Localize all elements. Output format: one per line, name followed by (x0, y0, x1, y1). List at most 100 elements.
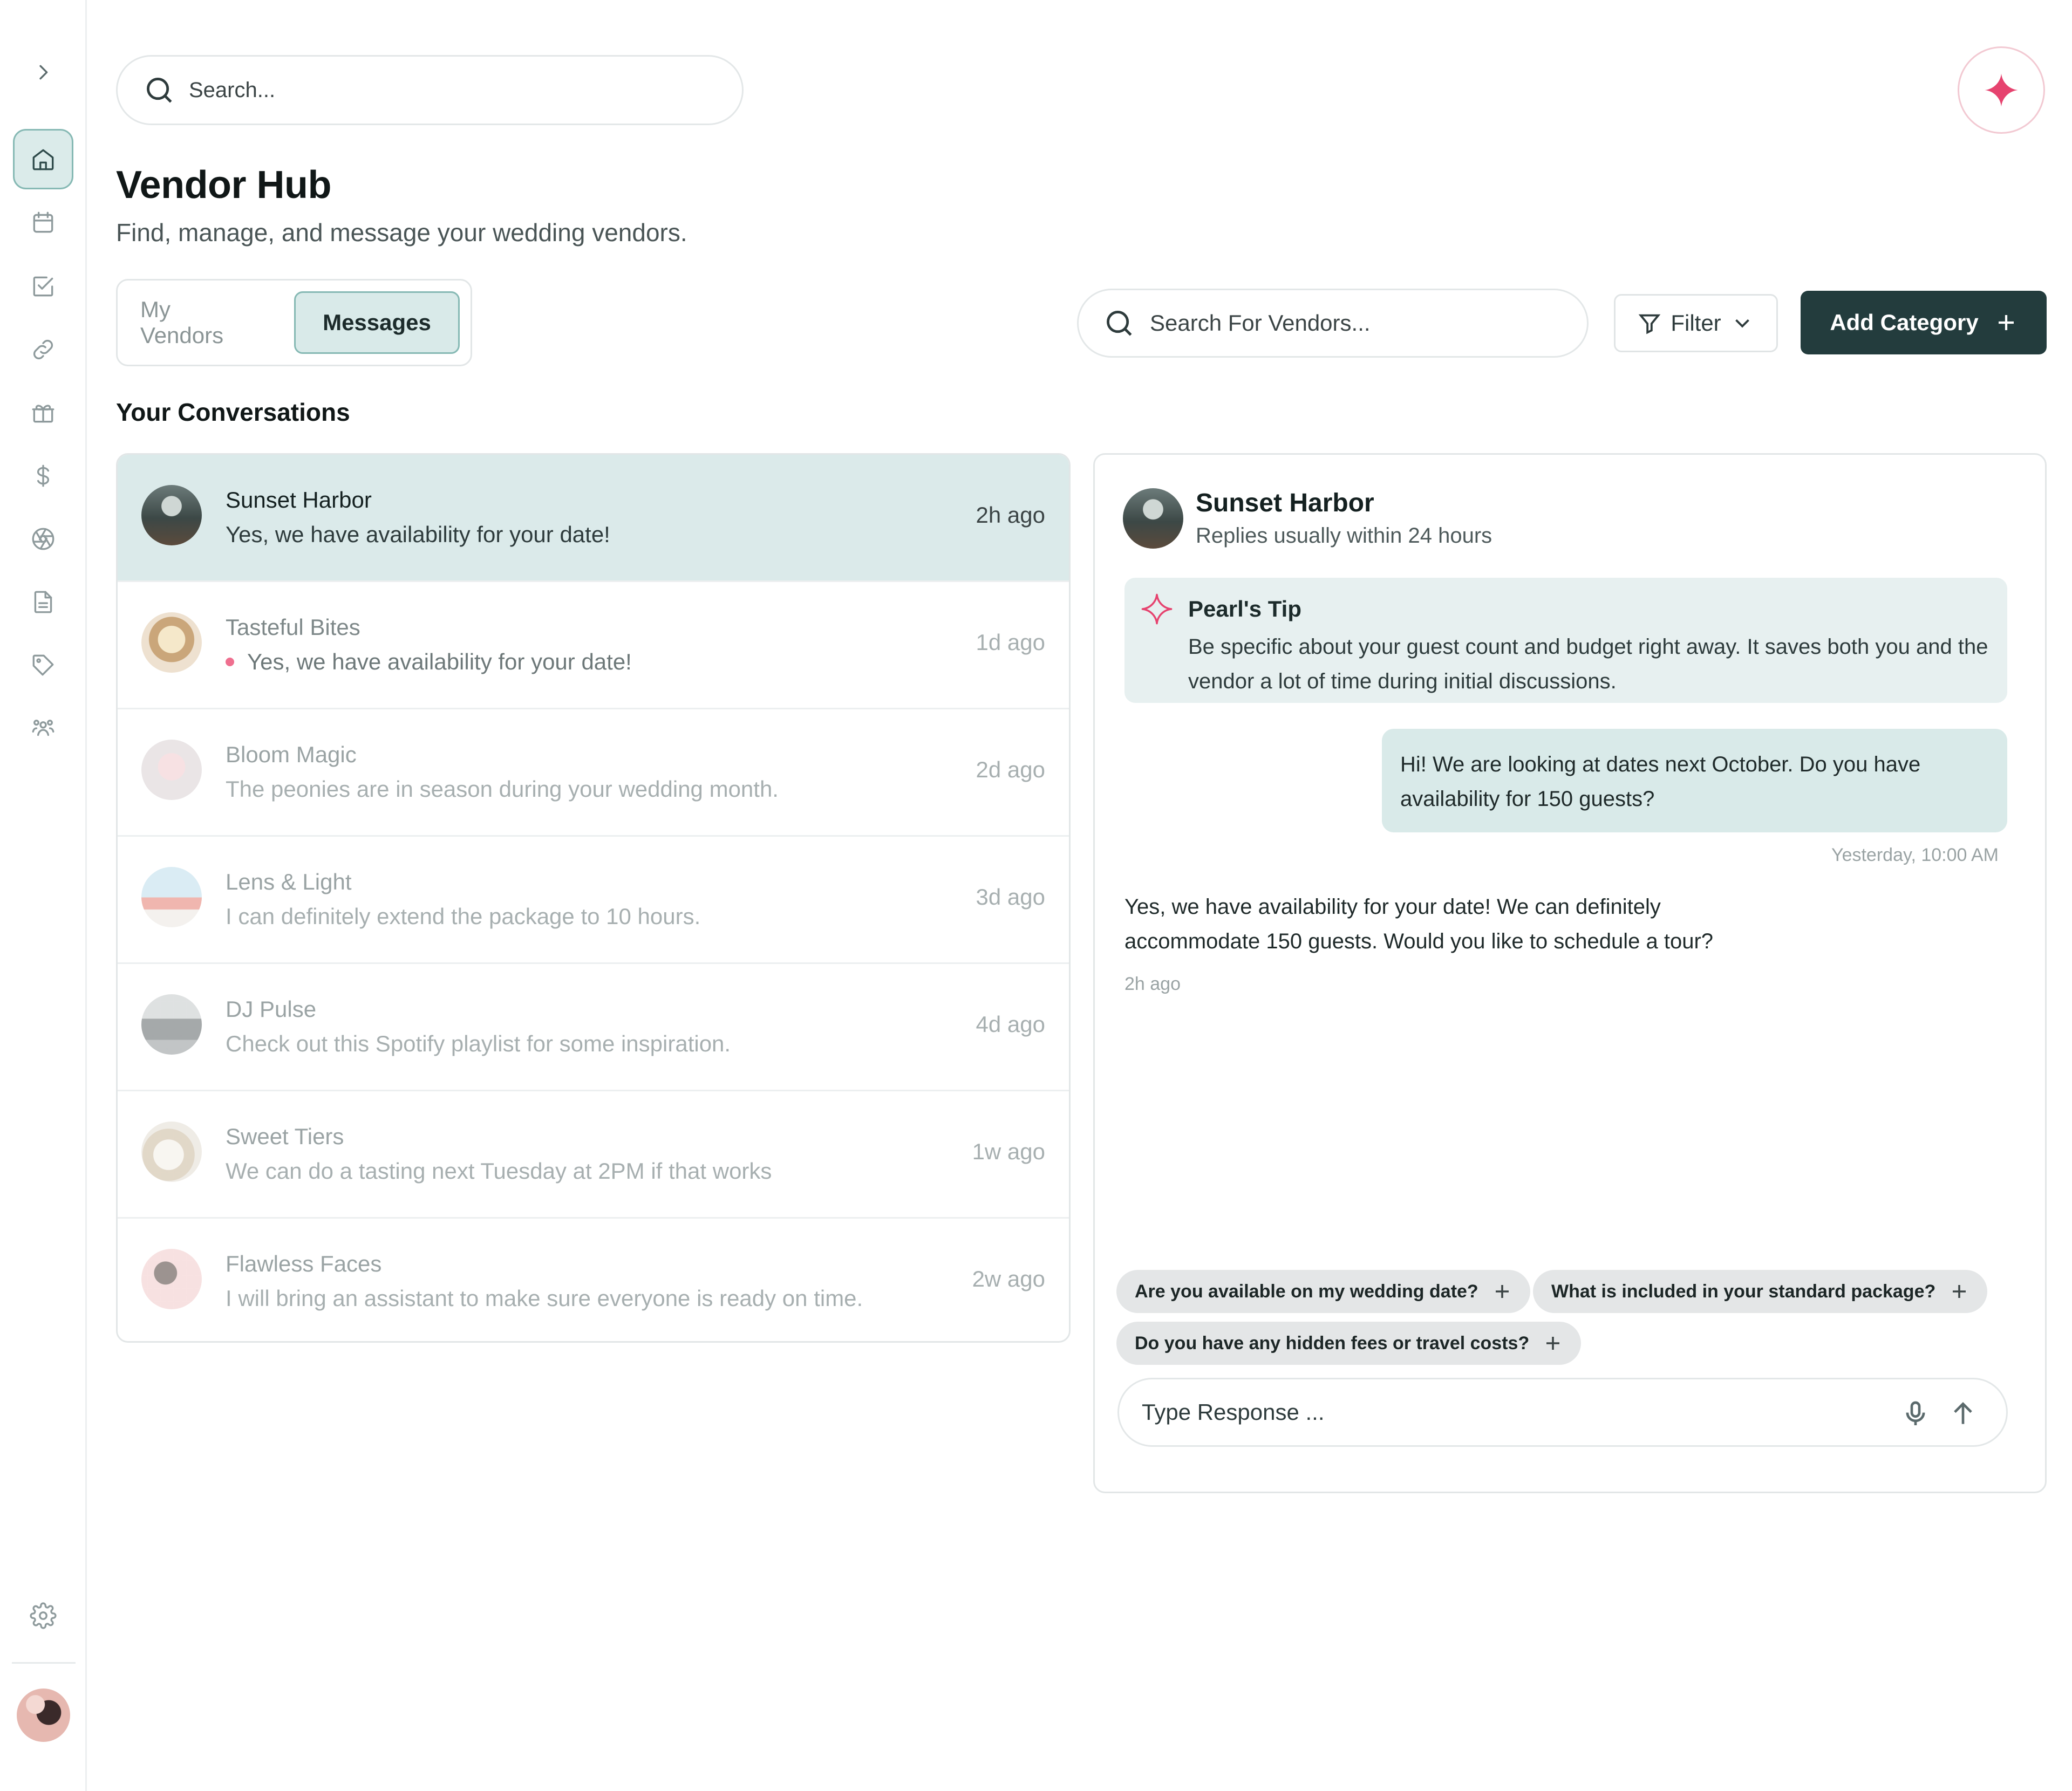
sidebar-item-links[interactable] (13, 319, 73, 380)
sidebar-item-guests[interactable] (13, 698, 73, 758)
plus-icon (1998, 315, 2014, 330)
sidebar-item-checklist[interactable] (13, 256, 73, 317)
add-category-button[interactable]: Add Category (1801, 291, 2047, 354)
conversation-name: Flawless Faces (226, 1251, 382, 1276)
conversation-preview: Yes, we have availability for your date! (226, 649, 632, 675)
sidebar-item-settings[interactable] (13, 1585, 73, 1646)
sidebar-divider (12, 1662, 76, 1664)
conversation-time: 2w ago (972, 1266, 1045, 1291)
conversation-item[interactable]: Sunset Harbor Yes, we have availability … (118, 455, 1069, 582)
sidebar-collapse-button[interactable] (13, 42, 73, 102)
tab-messages[interactable]: Messages (294, 291, 460, 354)
sidebar-item-tags[interactable] (13, 635, 73, 695)
conversation-time: 2d ago (976, 757, 1045, 782)
conversation-item[interactable]: Tasteful Bites Yes, we have availability… (118, 582, 1069, 709)
vendor-avatar (141, 1122, 202, 1182)
filter-button[interactable]: Filter (1614, 294, 1778, 352)
response-input-placeholder: Type Response ... (1142, 1399, 1325, 1425)
incoming-message: Yes, we have availability for your date!… (1124, 895, 1714, 953)
suggestion-chip[interactable]: Do you have any hidden fees or travel co… (1116, 1322, 1582, 1365)
conversation-preview: I can definitely extend the package to 1… (226, 904, 701, 929)
conversation-time: 2h ago (976, 502, 1045, 528)
outgoing-message-time: Yesterday, 10:00 AM (1831, 845, 1999, 865)
calendar-icon (33, 211, 53, 233)
conversation-preview: The peonies are in season during your we… (226, 776, 779, 802)
conversation-item[interactable]: DJ Pulse Check out this Spotify playlist… (118, 964, 1069, 1091)
global-search-placeholder: Search... (189, 78, 276, 102)
plus-icon (1953, 1285, 1966, 1298)
tab-my-vendors[interactable]: My Vendors (140, 291, 246, 354)
vendor-avatar (141, 867, 202, 927)
incoming-message-time: 2h ago (1124, 974, 1181, 994)
conversation-preview-text: Yes, we have availability for your date! (247, 649, 632, 674)
conversation-item[interactable]: Lens & Light I can definitely extend the… (118, 837, 1069, 964)
tip-title: Pearl's Tip (1188, 596, 1301, 621)
document-icon (34, 591, 52, 613)
vendor-avatar (141, 612, 202, 673)
suggestion-label: Do you have any hidden fees or travel co… (1135, 1332, 1530, 1353)
sidebar-item-photos[interactable] (13, 509, 73, 569)
tag-icon (32, 654, 54, 676)
sidebar-item-budget[interactable] (13, 446, 73, 506)
plus-icon (1495, 1285, 1509, 1298)
microphone-icon[interactable] (1900, 1399, 1931, 1429)
page-subtitle: Find, manage, and message your wedding v… (116, 218, 687, 247)
global-search-input[interactable]: Search... (116, 55, 744, 125)
filter-label: Filter (1671, 310, 1721, 336)
conversation-item[interactable]: Sweet Tiers We can do a tasting next Tue… (118, 1091, 1069, 1219)
outgoing-message: Hi! We are looking at dates next October… (1382, 729, 2007, 832)
search-icon (147, 78, 172, 103)
conversation-item[interactable]: Flawless Faces I will bring an assistant… (118, 1219, 1069, 1341)
add-category-label: Add Category (1830, 310, 1979, 335)
conversation-preview: Check out this Spotify playlist for some… (226, 1031, 731, 1056)
vendor-avatar (141, 994, 202, 1055)
conversation-item[interactable]: Bloom Magic The peonies are in season du… (118, 709, 1069, 837)
conversation-name: Lens & Light (226, 869, 352, 894)
sidebar-item-documents[interactable] (13, 572, 73, 632)
conversation-name: DJ Pulse (226, 996, 317, 1022)
conversation-list: Sunset Harbor Yes, we have availability … (116, 453, 1071, 1343)
tip-text: Be specific about your guest count and b… (1188, 635, 1988, 693)
sidebar-item-home[interactable] (13, 129, 73, 189)
suggestion-label: Are you available on my wedding date? (1135, 1281, 1478, 1302)
conversation-name: Sunset Harbor (226, 487, 372, 512)
vendor-avatar (141, 740, 202, 800)
conversation-name: Bloom Magic (226, 742, 357, 767)
pearls-tip-card: Pearl's Tip Be specific about your guest… (1124, 578, 2007, 703)
conversation-name: Tasteful Bites (226, 614, 360, 640)
sidebar-item-gifts[interactable] (13, 382, 73, 443)
suggestion-label: What is included in your standard packag… (1551, 1281, 1936, 1302)
aperture-icon (32, 528, 54, 550)
search-icon (1107, 311, 1132, 336)
chat-vendor-name: Sunset Harbor (1196, 489, 1374, 517)
ai-assistant-button[interactable] (1958, 46, 2045, 134)
user-avatar[interactable] (17, 1689, 70, 1742)
chevron-right-icon (39, 65, 48, 80)
conversation-time: 4d ago (976, 1011, 1045, 1037)
vendor-avatar (141, 1249, 202, 1309)
sparkle-outline-icon (1141, 593, 1173, 625)
suggestion-chip[interactable]: Are you available on my wedding date? (1116, 1270, 1530, 1313)
plus-icon (1546, 1337, 1560, 1350)
tab-bar: My Vendors Messages (116, 279, 472, 366)
checklist-icon (33, 276, 53, 297)
vendor-search-input[interactable]: Search For Vendors... (1077, 289, 1589, 358)
link-icon (33, 339, 53, 360)
home-icon (32, 149, 54, 170)
conversations-title: Your Conversations (116, 398, 350, 426)
suggestion-chip[interactable]: What is included in your standard packag… (1533, 1270, 1988, 1313)
sidebar-item-calendar[interactable] (13, 193, 73, 253)
chat-vendor-avatar (1123, 488, 1183, 549)
vendor-search-placeholder: Search For Vendors... (1150, 310, 1371, 336)
sidebar (0, 0, 87, 1791)
page-title: Vendor Hub (116, 163, 332, 207)
sparkle-icon (1985, 73, 2018, 107)
filter-icon (1639, 314, 1661, 334)
response-input[interactable]: Type Response ... (1117, 1378, 2008, 1447)
conversation-time: 1w ago (972, 1139, 1045, 1164)
conversation-time: 3d ago (976, 884, 1045, 910)
conversation-preview: I will bring an assistant to make sure e… (226, 1286, 863, 1311)
conversation-name: Sweet Tiers (226, 1124, 344, 1149)
dollar-icon (37, 464, 50, 487)
send-arrow-icon[interactable] (1948, 1399, 1978, 1429)
